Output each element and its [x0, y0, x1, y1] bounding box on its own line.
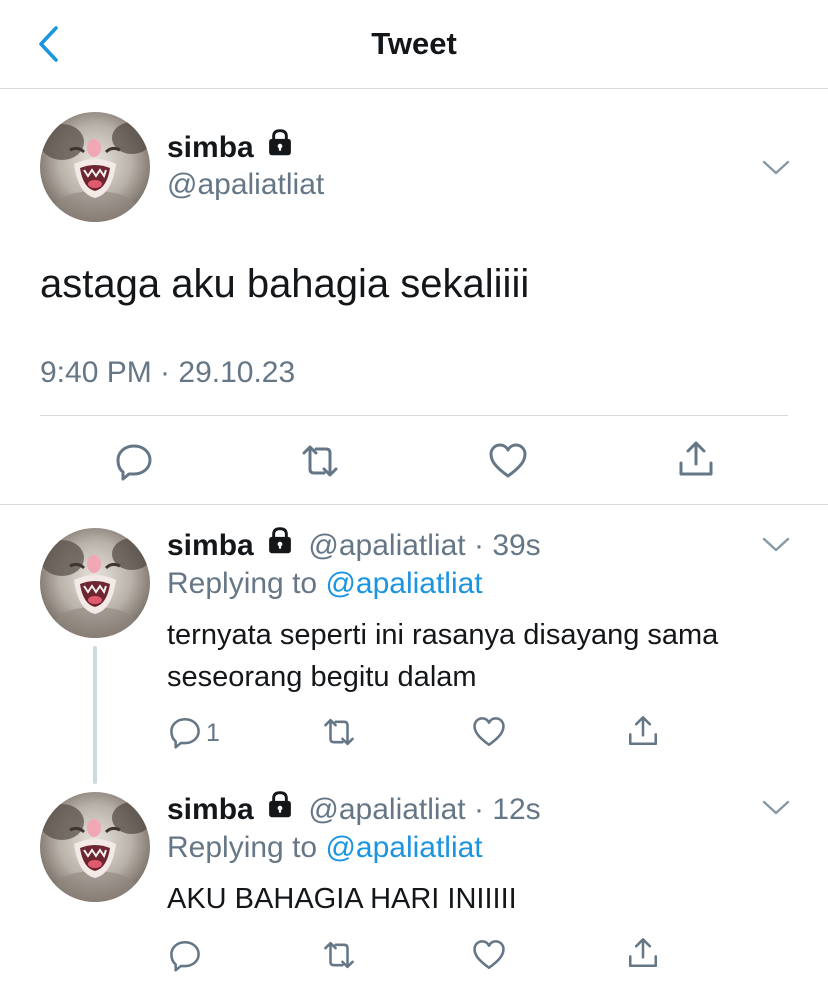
reply-time: 39s — [492, 529, 541, 562]
avatar[interactable] — [40, 528, 150, 638]
reply-icon[interactable] — [168, 715, 202, 749]
reply-header[interactable]: simba @apaliatliat · 39s — [167, 526, 541, 563]
tweet-text: astaga aku bahagia sekaliiii — [40, 262, 530, 306]
section-divider — [0, 504, 828, 505]
display-name[interactable]: simba — [167, 529, 254, 562]
thread-line — [93, 646, 97, 784]
like-icon[interactable] — [472, 938, 506, 972]
lock-icon — [266, 790, 294, 819]
reply-count: 1 — [206, 719, 220, 747]
reply-icon[interactable] — [114, 441, 154, 481]
chevron-down-icon[interactable] — [761, 157, 791, 177]
handle[interactable]: @apaliatliat — [167, 168, 324, 202]
replying-label: Replying to — [167, 567, 318, 600]
retweet-icon[interactable] — [320, 938, 358, 972]
reply-text-line: AKU BAHAGIA HARI INIIIII — [167, 883, 517, 915]
retweet-icon[interactable] — [298, 441, 342, 481]
display-name[interactable]: simba — [167, 131, 254, 164]
avatar[interactable] — [40, 112, 150, 222]
avatar[interactable] — [40, 792, 150, 902]
author-block[interactable]: simba — [167, 128, 294, 165]
chevron-down-icon[interactable] — [761, 534, 791, 554]
reply-time: 12s — [492, 793, 541, 826]
share-icon[interactable] — [676, 439, 716, 479]
replying-to-link[interactable]: @apaliatliat — [325, 567, 482, 600]
lock-icon — [266, 128, 294, 157]
reply-icon[interactable] — [168, 938, 202, 972]
handle[interactable]: @apaliatliat — [308, 529, 465, 562]
separator: · — [473, 529, 484, 562]
like-icon[interactable] — [488, 441, 528, 481]
separator: · — [473, 793, 484, 826]
replying-to: Replying to @apaliatliat — [167, 831, 483, 865]
chevron-down-icon[interactable] — [761, 797, 791, 817]
page-title: Tweet — [371, 26, 457, 61]
reply-header[interactable]: simba @apaliatliat · 12s — [167, 790, 541, 827]
share-icon[interactable] — [626, 714, 660, 748]
tweet-timestamp: 9:40 PM · 29.10.23 — [40, 356, 296, 389]
handle[interactable]: @apaliatliat — [308, 793, 465, 826]
display-name[interactable]: simba — [167, 793, 254, 826]
divider — [40, 415, 788, 416]
like-icon[interactable] — [472, 715, 506, 749]
reply-text-line: seseorang begitu dalam — [167, 661, 477, 693]
replying-label: Replying to — [167, 831, 318, 864]
replying-to-link[interactable]: @apaliatliat — [325, 831, 482, 864]
share-icon[interactable] — [626, 936, 660, 970]
lock-icon — [266, 526, 294, 555]
retweet-icon[interactable] — [320, 715, 358, 749]
replying-to: Replying to @apaliatliat — [167, 567, 483, 601]
reply-text-line: ternyata seperti ini rasanya disayang sa… — [167, 619, 719, 651]
